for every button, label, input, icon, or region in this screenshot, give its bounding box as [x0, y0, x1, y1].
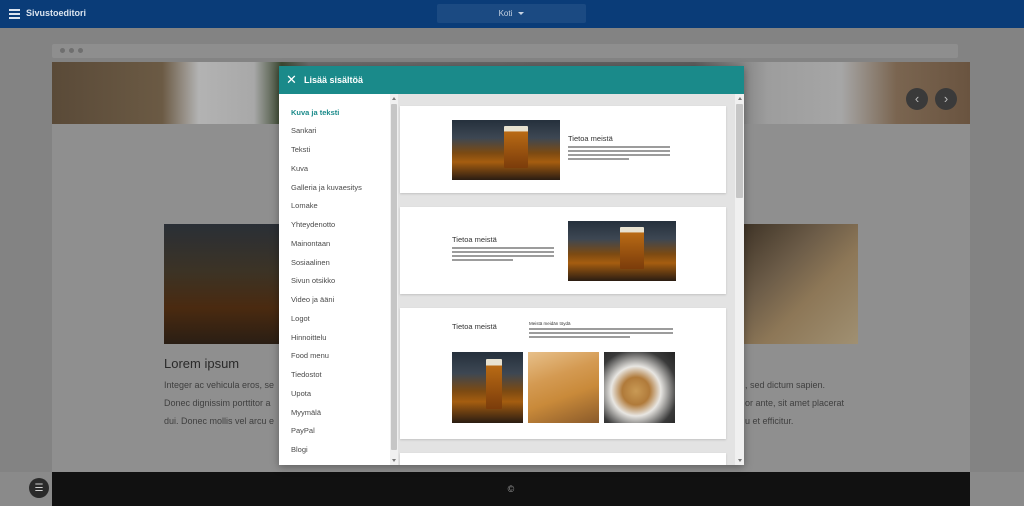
category-item[interactable]: Kuva: [291, 164, 308, 173]
menu-icon[interactable]: [9, 9, 20, 19]
category-item[interactable]: Tiedostot: [291, 370, 322, 379]
category-item[interactable]: Sankari: [291, 126, 316, 135]
category-item[interactable]: Sivun otsikko: [291, 276, 335, 285]
gallery-image-beer: [452, 352, 523, 423]
slider-prev-button[interactable]: ‹: [906, 88, 928, 110]
section-heading: Lorem ipsum: [164, 356, 240, 371]
settings-sliders-icon[interactable]: ☰: [29, 478, 49, 498]
category-item[interactable]: Yhteydenotto: [291, 220, 335, 229]
app-title: Sivustoeditori: [26, 8, 87, 18]
category-item[interactable]: Galleria ja kuvaesitys: [291, 183, 362, 192]
chevron-down-icon: [518, 12, 525, 15]
footer-copyright: ©: [507, 484, 515, 494]
category-item[interactable]: Hinnoittelu: [291, 333, 326, 342]
section-text-line: Integer ac vehicula eros, se: [164, 380, 275, 390]
template-text-lines: [452, 247, 554, 263]
category-item[interactable]: Myymälä: [291, 408, 321, 417]
template-card[interactable]: [400, 453, 726, 465]
category-item[interactable]: Logot: [291, 314, 310, 323]
gallery-image-food: [604, 352, 675, 423]
page-footer: ©: [52, 472, 970, 506]
scroll-up-icon[interactable]: [738, 97, 742, 100]
template-scrollbar-thumb[interactable]: [736, 104, 743, 198]
category-scrollbar-thumb[interactable]: [391, 104, 397, 450]
template-beer-image: [568, 221, 676, 281]
dialog-title: Lisää sisältöä: [304, 75, 364, 85]
scroll-down-icon[interactable]: [392, 459, 396, 462]
template-subtitle: Meistä meidän töydä: [529, 321, 571, 326]
section-text-line: u et efficitur.: [745, 416, 794, 426]
section-image-left: [164, 224, 280, 344]
close-icon[interactable]: ✕: [286, 73, 297, 86]
category-item[interactable]: Teksti: [291, 145, 310, 154]
section-text-line: Donec dignissim porttitor a: [164, 398, 271, 408]
category-item[interactable]: Food menu: [291, 351, 329, 360]
scroll-down-icon[interactable]: [738, 459, 742, 462]
category-item[interactable]: Mainontaan: [291, 239, 330, 248]
category-list: Kuva ja teksti Sankari Teksti Kuva Galle…: [279, 94, 390, 465]
template-card-text-image[interactable]: Tietoa meistä: [400, 207, 726, 294]
category-item[interactable]: PayPal: [291, 426, 315, 435]
template-title: Tietoa meistä: [568, 134, 613, 143]
section-text-line: , sed dictum sapien.: [745, 380, 826, 390]
template-preview-list: Tietoa meistä Tietoa meistä Tietoa meist…: [398, 94, 735, 465]
top-app-bar: Sivustoeditori Koti: [0, 0, 1024, 28]
window-dots-icon: [60, 48, 83, 53]
section-image-right: [742, 224, 858, 344]
template-card-gallery[interactable]: Tietoa meistä Meistä meidän töydä: [400, 308, 726, 439]
slider-next-button[interactable]: ›: [935, 88, 957, 110]
category-item[interactable]: Blogi: [291, 445, 308, 454]
template-title: Tietoa meistä: [452, 322, 497, 331]
category-item[interactable]: Lomake: [291, 201, 318, 210]
category-item[interactable]: Upota: [291, 389, 311, 398]
section-text-line: or ante, sit amet placerat: [745, 398, 845, 408]
template-card-image-text[interactable]: Tietoa meistä: [400, 106, 726, 193]
dialog-header: ✕ Lisää sisältöä: [279, 66, 744, 94]
page-select-label: Koti: [498, 9, 513, 18]
gallery-image-cheers: [528, 352, 599, 423]
preview-browser-bar: [52, 44, 958, 58]
category-item[interactable]: Kuva ja teksti: [291, 108, 339, 117]
add-content-dialog: ✕ Lisää sisältöä Kuva ja teksti Sankari …: [279, 66, 744, 465]
page-select-dropdown[interactable]: Koti: [437, 4, 586, 23]
template-title: Tietoa meistä: [452, 235, 497, 244]
section-text-line: dui. Donec mollis vel arcu e: [164, 416, 275, 426]
category-item[interactable]: Sosiaalinen: [291, 258, 330, 267]
template-beer-image: [452, 120, 560, 180]
template-text-lines: [568, 146, 670, 162]
template-text-lines: [529, 328, 673, 340]
category-item[interactable]: Video ja ääni: [291, 295, 334, 304]
scroll-up-icon[interactable]: [392, 97, 396, 100]
